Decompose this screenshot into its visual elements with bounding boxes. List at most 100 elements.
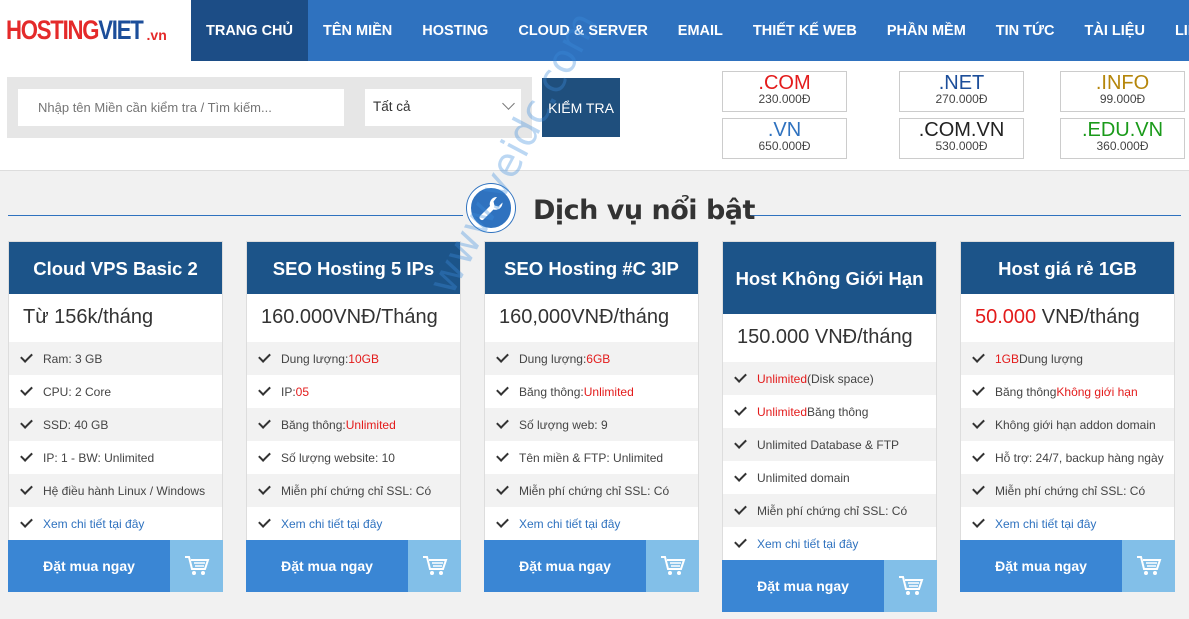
category-select-value: Tất cả	[373, 99, 411, 114]
tld-box[interactable]: .COM.VN 530.000Đ	[899, 118, 1024, 159]
feature-item: Số lượng website: 10	[247, 441, 460, 474]
tld-box[interactable]: .VN 650.000Đ	[722, 118, 847, 159]
check-icon	[258, 482, 271, 495]
feature-item: 1GB Dung lượng	[961, 342, 1174, 375]
order-row: Đặt mua ngay	[722, 560, 937, 612]
feature-item: SSD: 40 GB	[9, 408, 222, 441]
nav-item-6[interactable]: THIẾT KẾ WEB	[738, 0, 872, 61]
feature-item: Hệ điều hành Linux / Windows	[9, 474, 222, 507]
tld-box[interactable]: .EDU.VN 360.000Đ	[1060, 118, 1185, 159]
check-icon	[496, 482, 509, 495]
nav-item-4[interactable]: CLOUD & SERVER	[503, 0, 662, 61]
feature-text: Dung lượng:	[519, 351, 587, 366]
feature-item: Số lượng web: 9	[485, 408, 698, 441]
feature-text: Miễn phí chứng chỉ SSL: Có	[519, 483, 670, 498]
details-link[interactable]: Xem chi tiết tại đây	[995, 517, 1096, 531]
feature-text: CPU: 2 Core	[43, 384, 112, 399]
order-row: Đặt mua ngay	[484, 540, 699, 592]
check-icon	[496, 449, 509, 462]
site-logo[interactable]: HOSTINGVIET .vn	[0, 0, 191, 61]
check-icon	[258, 515, 271, 528]
order-button[interactable]: Đặt mua ngay	[246, 540, 408, 592]
tld-box[interactable]: .INFO 99.000Đ	[1060, 71, 1185, 112]
feature-item: Tên miền & FTP: Unlimited	[485, 441, 698, 474]
feature-text: Miễn phí chứng chỉ SSL: Có	[995, 483, 1146, 498]
feature-list: Dung lượng: 10GB IP: 05 Băng thông: Unlimi…	[247, 342, 460, 540]
feature-list: Dung lượng: 6GB Băng thông: Unlimited Số l…	[485, 342, 698, 540]
category-select[interactable]: Tất cả	[365, 89, 521, 126]
card-price-text: 150.000 VNĐ/tháng	[737, 326, 913, 348]
feature-highlight: Unlimited	[757, 404, 808, 419]
order-button[interactable]: Đặt mua ngay	[960, 540, 1122, 592]
cart-icon[interactable]	[1122, 540, 1175, 592]
check-icon	[972, 515, 985, 528]
check-icon	[734, 370, 747, 383]
tld-price: 360.000Đ	[1096, 139, 1149, 153]
search-box: Tất cả	[7, 77, 532, 138]
check-icon	[258, 383, 271, 396]
feature-item: Unlimited (Disk space)	[723, 362, 936, 395]
card-price-text: 160.000VNĐ/Tháng	[261, 306, 438, 328]
check-button[interactable]: KIỂM TRA	[542, 78, 620, 137]
feature-text: Ram: 3 GB	[43, 351, 103, 366]
cart-icon[interactable]	[170, 540, 223, 592]
nav-item-2[interactable]: TÊN MIỀN	[308, 0, 407, 61]
nav-item-8[interactable]: TIN TỨC	[981, 0, 1070, 61]
feature-item: IP: 05	[247, 375, 460, 408]
order-row: Đặt mua ngay	[246, 540, 461, 592]
details-link[interactable]: Xem chi tiết tại đây	[281, 517, 382, 531]
feature-highlight: Không giới hạn	[1056, 384, 1138, 399]
feature-text: Unlimited Database & FTP	[757, 437, 900, 452]
feature-text: Băng thông:	[281, 417, 346, 432]
details-link[interactable]: Xem chi tiết tại đây	[43, 517, 144, 531]
order-button[interactable]: Đặt mua ngay	[484, 540, 646, 592]
tld-box[interactable]: .COM 230.000Đ	[722, 71, 847, 112]
feature-list: Unlimited (Disk space) Unlimited Băng thô…	[723, 362, 936, 560]
domain-search-input[interactable]	[18, 89, 344, 126]
check-icon	[972, 350, 985, 363]
check-icon	[972, 416, 985, 429]
feature-item: Xem chi tiết tại đây	[485, 507, 698, 540]
tld-box[interactable]: .NET 270.000Đ	[899, 71, 1024, 112]
cart-icon[interactable]	[646, 540, 699, 592]
tld-price: 530.000Đ	[935, 139, 988, 153]
cart-icon[interactable]	[884, 560, 937, 612]
feature-text: Unlimited domain	[757, 470, 850, 485]
feature-text-after: Dung lượng	[1019, 351, 1083, 366]
cart-icon[interactable]	[408, 540, 461, 592]
check-icon	[496, 515, 509, 528]
feature-text-after: (Disk space)	[807, 371, 874, 386]
details-link[interactable]: Xem chi tiết tại đây	[519, 517, 620, 531]
nav-item-7[interactable]: PHẦN MỀM	[872, 0, 981, 61]
order-button[interactable]: Đặt mua ngay	[722, 560, 884, 612]
check-icon	[972, 482, 985, 495]
feature-highlight: 1GB	[995, 351, 1020, 366]
nav-item-10[interactable]: LIÊN HỆ	[1160, 0, 1189, 61]
feature-highlight: Unlimited	[757, 371, 808, 386]
feature-item: Xem chi tiết tại đây	[9, 507, 222, 540]
feature-highlight: 05	[295, 384, 310, 399]
feature-text: Hỗ trợ: 24/7, backup hàng ngày	[995, 450, 1164, 465]
check-icon	[972, 449, 985, 462]
tld-price: 270.000Đ	[935, 92, 988, 106]
nav-item-3[interactable]: HOSTING	[407, 0, 503, 61]
card-title: Host Không Giới Hạn	[723, 242, 936, 314]
nav-item-5[interactable]: EMAIL	[663, 0, 738, 61]
card-price-highlight: 50.000	[975, 306, 1037, 328]
feature-item: Miễn phí chứng chỉ SSL: Có	[961, 474, 1174, 507]
feature-text: Tên miền & FTP: Unlimited	[519, 450, 664, 465]
feature-list: Ram: 3 GB CPU: 2 Core SSD: 40 GB IP: 1 - BW…	[9, 342, 222, 540]
check-icon	[258, 449, 271, 462]
card-price: 160.000VNĐ/Tháng	[247, 294, 460, 342]
feature-item: Băng thông: Unlimited	[485, 375, 698, 408]
feature-item: Ram: 3 GB	[9, 342, 222, 375]
feature-highlight: Unlimited	[345, 417, 396, 432]
nav-item-1[interactable]: TRANG CHỦ	[191, 0, 308, 61]
feature-item: Unlimited Băng thông	[723, 395, 936, 428]
tld-price: 230.000Đ	[758, 92, 811, 106]
nav-item-9[interactable]: TÀI LIỆU	[1070, 0, 1160, 61]
order-button[interactable]: Đặt mua ngay	[8, 540, 170, 592]
card-title: SEO Hosting 5 IPs	[247, 242, 460, 294]
card-price: 50.000 VNĐ/tháng	[961, 294, 1174, 342]
details-link[interactable]: Xem chi tiết tại đây	[757, 537, 858, 551]
